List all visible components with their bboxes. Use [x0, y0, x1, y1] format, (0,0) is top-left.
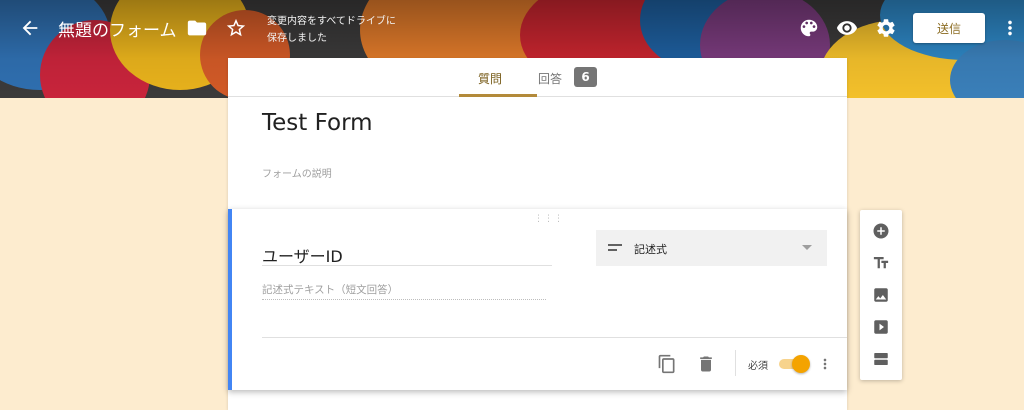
vertical-divider	[735, 350, 736, 376]
question-title-input[interactable]: ユーザーID	[262, 243, 552, 266]
active-tab-indicator	[459, 94, 537, 97]
back-arrow-icon[interactable]	[16, 14, 44, 42]
short-answer-placeholder: 記述式テキスト（短文回答）	[262, 282, 546, 300]
tab-bar: 質問 回答 6	[228, 58, 847, 97]
send-button[interactable]: 送信	[913, 13, 985, 43]
star-icon[interactable]	[222, 14, 250, 42]
delete-icon[interactable]	[695, 353, 717, 375]
card-divider	[262, 337, 847, 338]
short-text-icon	[608, 244, 622, 251]
top-bar: 無題のフォーム 変更内容をすべてドライブに保存しました 送信	[0, 0, 1024, 58]
duplicate-icon[interactable]	[656, 353, 678, 375]
tab-responses[interactable]: 回答	[538, 70, 562, 87]
form-title[interactable]: Test Form	[262, 110, 373, 136]
palette-icon[interactable]	[795, 14, 823, 42]
required-label: 必須	[748, 361, 768, 372]
required-toggle[interactable]	[777, 355, 810, 373]
add-section-icon[interactable]	[870, 348, 892, 370]
add-item-toolbar	[860, 210, 902, 380]
more-vert-icon[interactable]	[998, 14, 1022, 42]
folder-icon[interactable]	[183, 14, 211, 42]
question-type-select[interactable]: 記述式	[596, 230, 827, 266]
save-status: 変更内容をすべてドライブに保存しました	[267, 16, 396, 44]
form-name[interactable]: 無題のフォーム	[58, 16, 177, 41]
drag-handle-icon[interactable]: ⋮⋮⋮	[534, 214, 564, 224]
dropdown-caret-icon	[802, 245, 812, 250]
add-video-icon[interactable]	[870, 316, 892, 338]
gear-icon[interactable]	[872, 14, 900, 42]
tab-questions[interactable]: 質問	[478, 70, 502, 87]
responses-count-badge: 6	[574, 67, 597, 87]
form-description-input[interactable]: フォームの説明	[262, 165, 332, 180]
add-question-icon[interactable]	[870, 220, 892, 242]
add-image-icon[interactable]	[870, 284, 892, 306]
eye-icon[interactable]	[833, 14, 861, 42]
toggle-knob	[792, 355, 810, 373]
question-card[interactable]: ⋮⋮⋮ ユーザーID 記述式テキスト（短文回答） 記述式 必須	[228, 209, 847, 390]
question-type-label: 記述式	[634, 243, 667, 256]
question-more-icon[interactable]	[817, 353, 833, 375]
add-title-icon[interactable]	[870, 252, 892, 274]
